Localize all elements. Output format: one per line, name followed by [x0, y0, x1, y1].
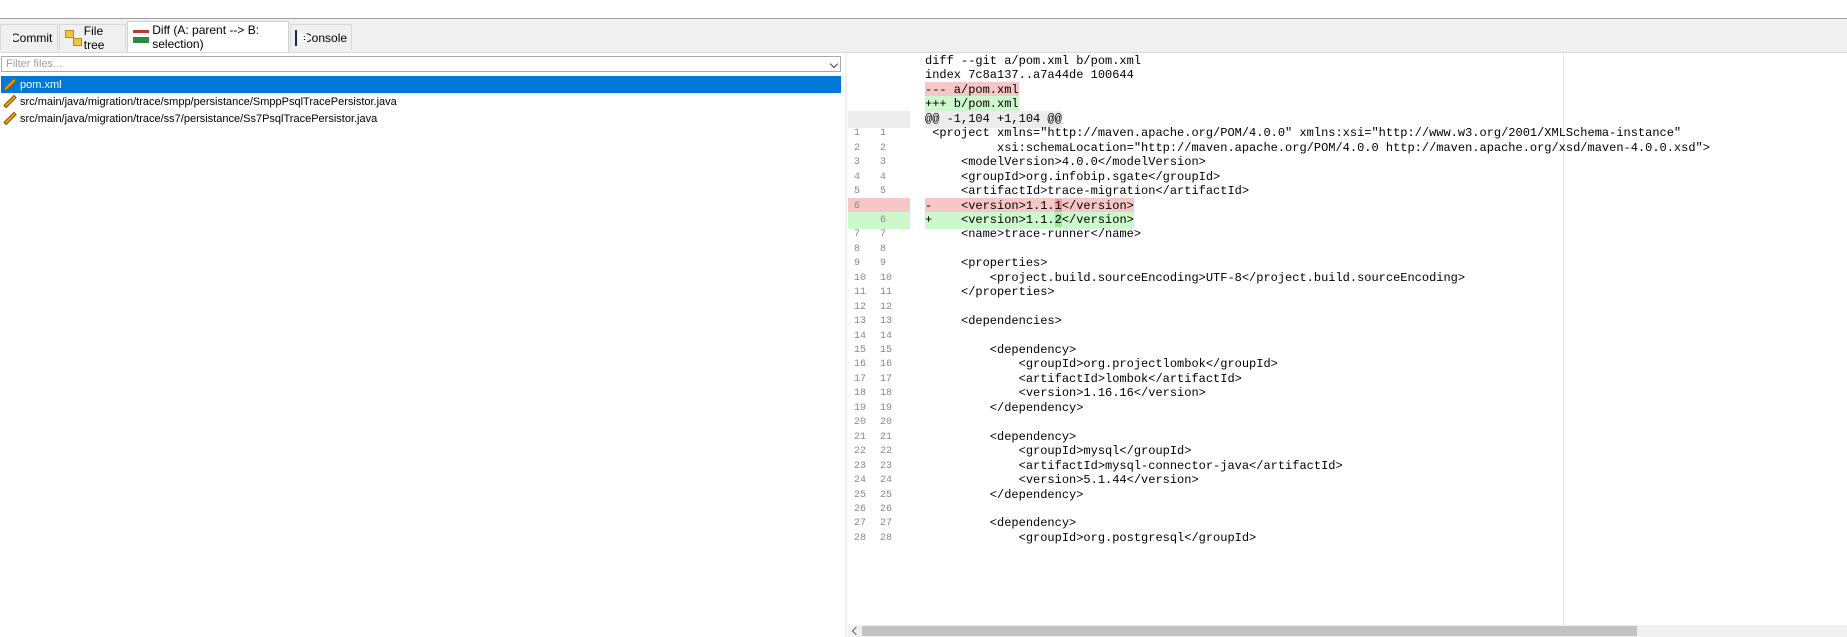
tab-console-label: Console — [303, 30, 348, 45]
pencil-icon — [3, 112, 17, 126]
new-line-number: 28 — [880, 532, 893, 544]
chevron-down-icon[interactable] — [829, 59, 839, 69]
changed-files-list: pom.xml src/main/java/migration/trace/smp… — [1, 76, 841, 127]
changed-file-name: src/main/java/migration/trace/smpp/persi… — [20, 95, 397, 108]
tab-bar: Commit File tree Diff (A: parent --> B: … — [0, 19, 1847, 53]
pencil-icon — [3, 78, 17, 92]
tab-diff-label: Diff (A: parent --> B: selection) — [152, 23, 260, 51]
changed-files-pane: Filter files... pom.xml src/main/java/mig… — [0, 53, 845, 637]
window-top-strip — [0, 0, 1847, 19]
tab-commit-label: Commit — [11, 30, 53, 45]
filter-files-placeholder: Filter files... — [6, 58, 63, 70]
code-fragment: </version> — [1061, 198, 1134, 213]
code-fragment: </version> — [1061, 212, 1134, 227]
tab-console[interactable]: Console — [290, 24, 352, 50]
file-tree-icon — [64, 29, 82, 47]
diff-horizontal-scrollbar[interactable] — [848, 625, 1847, 637]
diff-viewer[interactable]: diff --git a/pom.xml b/pom.xml index 7c8a… — [848, 53, 1847, 625]
console-icon — [295, 29, 307, 46]
scrollbar-thumb[interactable] — [862, 626, 1637, 636]
changed-file-item[interactable]: pom.xml — [1, 76, 841, 93]
diff-icon — [132, 28, 149, 46]
line-number-gutter: 28 28 — [848, 530, 910, 547]
changed-file-name: pom.xml — [20, 78, 62, 91]
changed-file-name: src/main/java/migration/trace/ss7/persis… — [20, 112, 378, 125]
tab-diff[interactable]: Diff (A: parent --> B: selection) — [127, 21, 289, 52]
changed-file-item[interactable]: src/main/java/migration/trace/ss7/persis… — [1, 110, 841, 127]
code-text: <groupId>org.postgresql</groupId> — [925, 530, 1257, 545]
diff-context-line: 28 28 <groupId>org.postgresql</groupId> — [848, 530, 1847, 547]
pencil-icon — [3, 95, 17, 109]
changed-char: 2 — [1054, 212, 1062, 227]
tab-file-tree-label: File tree — [83, 23, 105, 52]
code-fragment: + <version>1.1. — [925, 212, 1055, 227]
filter-files-input[interactable]: Filter files... — [1, 56, 841, 72]
scroll-left-icon[interactable] — [848, 625, 861, 637]
changed-file-item[interactable]: src/main/java/migration/trace/smpp/persi… — [1, 93, 841, 110]
tab-file-tree[interactable]: File tree — [59, 23, 126, 52]
code-fragment: - <version>1.1. — [925, 198, 1055, 213]
changed-char: 1 — [1054, 198, 1062, 213]
old-line-number: 28 — [854, 532, 867, 544]
pane-splitter[interactable] — [845, 53, 847, 637]
tab-commit[interactable]: Commit — [0, 24, 58, 50]
